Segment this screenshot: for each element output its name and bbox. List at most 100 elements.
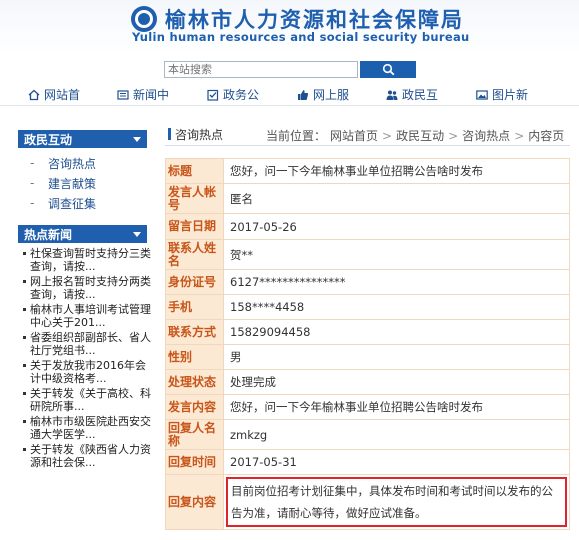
sidebar-header-label: 政民互动	[24, 132, 73, 147]
search-button[interactable]	[360, 61, 416, 78]
hot-news-item[interactable]: 榆林市市级医院赴西安交通大学医学...	[18, 415, 154, 441]
image-icon	[476, 89, 488, 101]
nav-item-label: 政务公	[223, 88, 260, 102]
field-label: 回复人名称	[165, 419, 224, 450]
sidebar-item-label: 咨询热点	[48, 156, 97, 171]
nav-item-label: 政民互	[402, 88, 439, 102]
nav-item-gov-affairs[interactable]: 政务公	[207, 86, 259, 103]
hot-news-title: 省委组织部副部长、省人社厅党组书...	[30, 331, 151, 357]
nav-item-label: 图片新	[492, 88, 529, 102]
sidebar-header-interaction[interactable]: 政民互动	[18, 130, 147, 148]
hot-news-title: 网上报名暂时支持分两类查询，请按...	[30, 275, 151, 301]
thumbs-up-icon	[297, 89, 309, 101]
hot-news-item[interactable]: 省委组织部副部长、省人社厅党组书...	[18, 331, 154, 357]
table-row: 回复内容 目前岗位招考计划征集中，具体发布时间和考试时间以发布的公告为准，请耐心…	[165, 474, 570, 530]
hot-news-title: 榆林市市级医院赴西安交通大学医学...	[30, 415, 151, 441]
nav-item-photo-news[interactable]: 图片新	[476, 86, 528, 103]
chevron-down-icon	[133, 231, 141, 237]
table-row: 联系人姓名 贺**	[165, 239, 570, 270]
field-value: 6127***************	[223, 269, 570, 295]
sidebar-item-label: 调查征集	[48, 196, 97, 211]
breadcrumb-separator-icon: >	[514, 128, 525, 143]
field-value: zmkzg	[223, 419, 570, 450]
field-value: 您好，问一下今年榆林事业单位招聘公告啥时发布	[223, 158, 570, 184]
home-icon	[28, 89, 40, 101]
divider	[165, 145, 570, 146]
sidebar-header-label: 热点新闻	[24, 227, 73, 242]
nav-item-interaction[interactable]: 政民互	[386, 86, 438, 103]
field-label: 身份证号	[165, 269, 224, 295]
field-value: 处理完成	[223, 369, 570, 395]
sidebar-interaction-list: - 咨询热点 - 建言献策 - 调查征集	[18, 153, 147, 213]
field-value: 您好，问一下今年榆林事业单位招聘公告啥时发布	[223, 394, 570, 420]
hot-news-list: 社保查询暂时支持分三类查询，请按... 网上报名暂时支持分两类查询，请按... …	[18, 247, 154, 471]
field-label: 性别	[165, 344, 224, 370]
reply-content: 目前岗位招考计划征集中，具体发布时间和考试时间以发布的公告为准，请耐心等待，做好…	[226, 477, 567, 527]
breadcrumb-current: 内容页	[528, 129, 565, 143]
field-label: 回复时间	[165, 449, 224, 475]
sidebar-item-suggestions[interactable]: - 建言献策	[18, 173, 147, 193]
table-row: 发言内容 您好，问一下今年榆林事业单位招聘公告啥时发布	[165, 394, 570, 420]
hot-news-title: 关于转发《关于高校、科研院所事...	[30, 387, 151, 413]
field-label: 回复内容	[165, 474, 224, 530]
table-row: 手机 158****4458	[165, 294, 570, 320]
site-header: 榆林市人力资源和社会保障局 Yulin human resources and …	[0, 0, 579, 56]
hot-news-item[interactable]: 社保查询暂时支持分三类查询，请按...	[18, 247, 154, 273]
breadcrumb-prefix: 当前位置：	[266, 129, 327, 143]
section-title: 咨询热点	[168, 127, 224, 142]
field-value: 男	[223, 344, 570, 370]
table-row: 联系方式 15829094458	[165, 319, 570, 345]
hot-news-title: 关于发放我市2016年会计中级资格考...	[30, 359, 146, 385]
breadcrumb-interaction[interactable]: 政民互动	[396, 127, 444, 144]
hot-news-title: 榆林市人事培训考试管理中心关于201...	[30, 303, 151, 329]
breadcrumb-consult-hot[interactable]: 咨询热点	[462, 127, 510, 144]
nav-item-label: 新闻中	[133, 88, 170, 102]
checkbox-icon	[207, 89, 219, 101]
hot-news-item[interactable]: 榆林市人事培训考试管理中心关于201...	[18, 303, 154, 329]
nav-item-online-service[interactable]: 网上服	[297, 86, 349, 103]
breadcrumb-separator-icon: >	[382, 128, 393, 143]
field-label: 发言内容	[165, 394, 224, 420]
sidebar-header-hot-news[interactable]: 热点新闻	[18, 225, 147, 243]
field-label: 联系方式	[165, 319, 224, 345]
nav-item-label: 网站首	[44, 88, 81, 102]
field-label: 发言人帐号	[165, 183, 224, 214]
breadcrumb-separator-icon: >	[448, 128, 459, 143]
field-label: 标题	[165, 158, 224, 184]
field-value: 目前岗位招考计划征集中，具体发布时间和考试时间以发布的公告为准，请耐心等待，做好…	[223, 474, 570, 530]
field-value: 2017-05-31	[223, 449, 570, 475]
hot-news-item[interactable]: 关于转发《陕西省人力资源和社会保...	[18, 443, 154, 469]
field-label: 处理状态	[165, 369, 224, 395]
table-row: 标题 您好，问一下今年榆林事业单位招聘公告啥时发布	[165, 158, 570, 184]
sidebar-item-label: 建言献策	[48, 176, 97, 191]
sidebar-item-surveys[interactable]: - 调查征集	[18, 193, 147, 213]
field-value: 匿名	[223, 183, 570, 214]
field-label: 手机	[165, 294, 224, 320]
hot-news-item[interactable]: 关于转发《关于高校、科研院所事...	[18, 387, 154, 413]
field-value: 贺**	[223, 239, 570, 270]
nav-item-news[interactable]: 新闻中	[117, 86, 169, 103]
people-icon	[386, 89, 398, 101]
hot-news-item[interactable]: 网上报名暂时支持分两类查询，请按...	[18, 275, 154, 301]
site-subtitle: Yulin human resources and social securit…	[132, 30, 470, 44]
message-detail-table: 标题 您好，问一下今年榆林事业单位招聘公告啥时发布 发言人帐号 匿名 留言日期 …	[165, 158, 570, 530]
field-label: 联系人姓名	[165, 239, 224, 270]
main-nav: 网站首 新闻中 政务公 网上服 政民互 图片新	[0, 84, 579, 106]
breadcrumb-home[interactable]: 网站首页	[330, 127, 378, 144]
search-icon	[382, 63, 394, 76]
field-value: 158****4458	[223, 294, 570, 320]
newspaper-icon	[117, 89, 129, 101]
search-input[interactable]	[164, 61, 358, 78]
table-row: 身份证号 6127***************	[165, 269, 570, 295]
hot-news-item[interactable]: 关于发放我市2016年会计中级资格考...	[18, 359, 154, 385]
sidebar-item-consult-hot[interactable]: - 咨询热点	[18, 153, 147, 173]
hot-news-title: 关于转发《陕西省人力资源和社会保...	[30, 443, 151, 469]
field-value: 2017-05-26	[223, 213, 570, 240]
table-row: 发言人帐号 匿名	[165, 183, 570, 214]
table-row: 回复时间 2017-05-31	[165, 449, 570, 475]
nav-item-home[interactable]: 网站首	[28, 86, 80, 103]
breadcrumb: 当前位置： 网站首页 > 政民互动 > 咨询热点 > 内容页	[266, 127, 564, 144]
table-row: 回复人名称 zmkzg	[165, 419, 570, 450]
table-row: 处理状态 处理完成	[165, 369, 570, 395]
section-title-label: 咨询热点	[175, 127, 224, 142]
